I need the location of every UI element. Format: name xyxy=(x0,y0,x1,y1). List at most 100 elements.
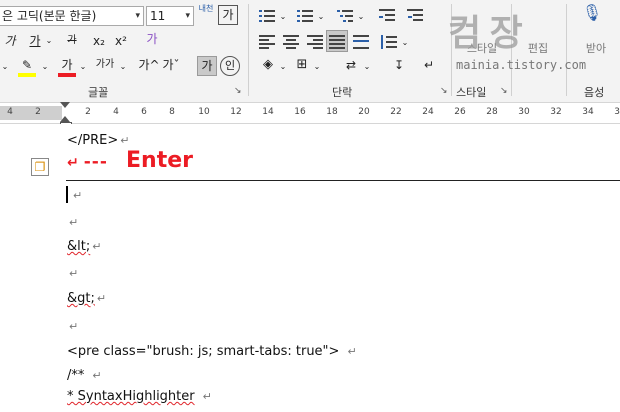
indent-icon xyxy=(407,9,423,23)
return-arrow-icon: ↵ xyxy=(423,58,435,72)
bullet-list-icon xyxy=(259,9,275,23)
ruler-number: 8 xyxy=(169,107,175,117)
strikethrough-button[interactable]: 가 xyxy=(60,32,84,52)
font-size-combobox[interactable]: 11 ▾ xyxy=(146,6,194,26)
chevron-down-icon[interactable]: ⌄ xyxy=(362,58,372,78)
chevron-down-icon[interactable]: ⌄ xyxy=(78,58,88,78)
ruler-number: 28 xyxy=(486,107,498,117)
group-divider xyxy=(248,4,249,96)
watermark-logo: 컴 장 xyxy=(448,12,523,54)
font-color-button[interactable]: 가 xyxy=(56,56,78,77)
enter-annotation: Enter xyxy=(126,148,193,173)
ruler-number: 18 xyxy=(326,107,338,117)
chevron-down-icon[interactable]: ⌄ xyxy=(316,8,326,28)
distributed-button[interactable] xyxy=(350,32,372,52)
paint-bucket-icon: ◈ xyxy=(263,57,273,72)
outdent-icon xyxy=(379,9,395,23)
style-group-label: 스타일 xyxy=(456,86,487,99)
paragraph-dialog-launcher-icon[interactable]: ↘ xyxy=(440,86,448,96)
superscript-button[interactable]: x² xyxy=(112,32,130,52)
phonetic-guide-button[interactable]: 내천 xyxy=(196,4,216,24)
doc-line[interactable]: &lt; ↵ xyxy=(67,239,101,254)
numbered-list-icon xyxy=(297,9,313,23)
doc-line[interactable]: </PRE> ↵ xyxy=(67,133,129,148)
editing-button[interactable]: 편집 xyxy=(518,40,558,60)
text-direction-button[interactable]: ⇄ xyxy=(340,56,362,76)
paragraph-group-label: 단락 xyxy=(332,86,353,99)
ruler-number: 10 xyxy=(198,107,210,117)
ribbon: 은 고딕(본문 한글) ▾ 11 ▾ 내천 가 가 가 ⌄ 가 x₂ x² 가 … xyxy=(0,0,620,103)
chevron-down-icon[interactable]: ⌄ xyxy=(278,58,288,78)
doc-line[interactable]: <pre class="brush: js; smart-tabs: true"… xyxy=(67,344,357,359)
clear-formatting-button[interactable]: 가 xyxy=(142,30,162,50)
chevron-down-icon[interactable]: ▾ xyxy=(135,7,140,25)
doc-line[interactable]: ↵ xyxy=(67,188,82,203)
increase-indent-button[interactable] xyxy=(404,6,426,26)
microphone-icon[interactable]: 🎙 xyxy=(580,4,604,24)
font-dialog-launcher-icon[interactable]: ↘ xyxy=(234,86,242,96)
doc-line[interactable]: * SyntaxHighlighter ↵ xyxy=(67,389,212,404)
chevron-down-icon[interactable]: ▾ xyxy=(185,7,190,25)
decrease-indent-button[interactable] xyxy=(376,6,398,26)
chevron-down-icon[interactable]: ⌄ xyxy=(0,58,10,78)
highlighter-icon: ✎ xyxy=(21,58,33,72)
ruler-number: 30 xyxy=(518,107,530,117)
ruler-number: 22 xyxy=(390,107,402,117)
chevron-down-icon[interactable]: ⌄ xyxy=(400,34,410,54)
doc-line[interactable]: &gt; ↵ xyxy=(67,291,106,306)
first-line-indent-marker[interactable] xyxy=(60,102,70,108)
style-dialog-launcher-icon[interactable]: ↘ xyxy=(500,86,508,96)
line-spacing-button[interactable] xyxy=(378,32,400,52)
chevron-down-icon[interactable]: ⌄ xyxy=(44,32,54,52)
comment-note-icon[interactable]: ❐ xyxy=(31,158,49,176)
font-group-label: 글꼴 xyxy=(88,86,109,99)
show-marks-button[interactable]: ↵ xyxy=(418,56,440,76)
ruler-number: 20 xyxy=(358,107,370,117)
justify-button[interactable] xyxy=(326,30,348,52)
chevron-down-icon[interactable]: ⌄ xyxy=(356,8,366,28)
multilevel-list-button[interactable] xyxy=(334,6,356,26)
paragraph-mark: ↵ xyxy=(120,134,130,147)
change-case-button[interactable]: 가가 xyxy=(92,56,118,76)
align-right-button[interactable] xyxy=(304,32,326,52)
enclose-char-button[interactable]: 인 xyxy=(220,56,240,76)
sort-button[interactable]: ↧ xyxy=(388,56,410,76)
chevron-down-icon[interactable]: ⌄ xyxy=(312,58,322,78)
grow-font-button[interactable]: 가^ xyxy=(138,56,160,76)
align-left-icon xyxy=(259,35,275,49)
ruler-number: 6 xyxy=(141,107,147,117)
font-name-combobox[interactable]: 은 고딕(본문 한글) ▾ xyxy=(0,6,144,26)
numbering-button[interactable] xyxy=(294,6,316,26)
ruler-number: 36 xyxy=(614,107,620,117)
bullets-button[interactable] xyxy=(256,6,278,26)
shrink-font-button[interactable]: 가ˇ xyxy=(160,56,182,76)
sort-icon: ↧ xyxy=(393,58,405,72)
ruler-number: 4 xyxy=(113,107,119,117)
highlight-button[interactable]: ✎ xyxy=(16,56,38,77)
subscript-button[interactable]: x₂ xyxy=(90,32,108,52)
borders-button[interactable]: ⊞ xyxy=(292,56,312,76)
group-divider xyxy=(566,4,567,96)
chevron-down-icon[interactable]: ⌄ xyxy=(118,58,128,78)
shading-button[interactable]: ◈ xyxy=(258,56,278,76)
ruler-number: 16 xyxy=(294,107,306,117)
distributed-icon xyxy=(353,35,369,49)
doc-line[interactable]: ↵ xyxy=(67,266,78,281)
align-left-button[interactable] xyxy=(256,32,278,52)
italic-button[interactable]: 가 xyxy=(2,32,18,52)
ruler-number: 24 xyxy=(422,107,434,117)
watermark-url: mainia.tistory.com xyxy=(456,58,587,72)
doc-line[interactable]: ↵ xyxy=(67,319,78,334)
underline-button[interactable]: 가 xyxy=(26,32,44,52)
char-shading-button[interactable]: 가 xyxy=(218,5,238,25)
voice-group-label: 음성 xyxy=(584,86,605,99)
doc-line[interactable]: ↵ xyxy=(67,215,78,230)
doc-line[interactable]: /** ↵ xyxy=(67,368,102,383)
char-border-button[interactable]: 가 xyxy=(197,56,217,76)
align-center-button[interactable] xyxy=(280,32,302,52)
multilevel-list-icon xyxy=(337,9,353,23)
dictate-button[interactable]: 받아 xyxy=(578,40,614,60)
chevron-down-icon[interactable]: ⌄ xyxy=(40,58,50,78)
chevron-down-icon[interactable]: ⌄ xyxy=(278,8,288,28)
ruler-number: 4 xyxy=(7,107,13,117)
